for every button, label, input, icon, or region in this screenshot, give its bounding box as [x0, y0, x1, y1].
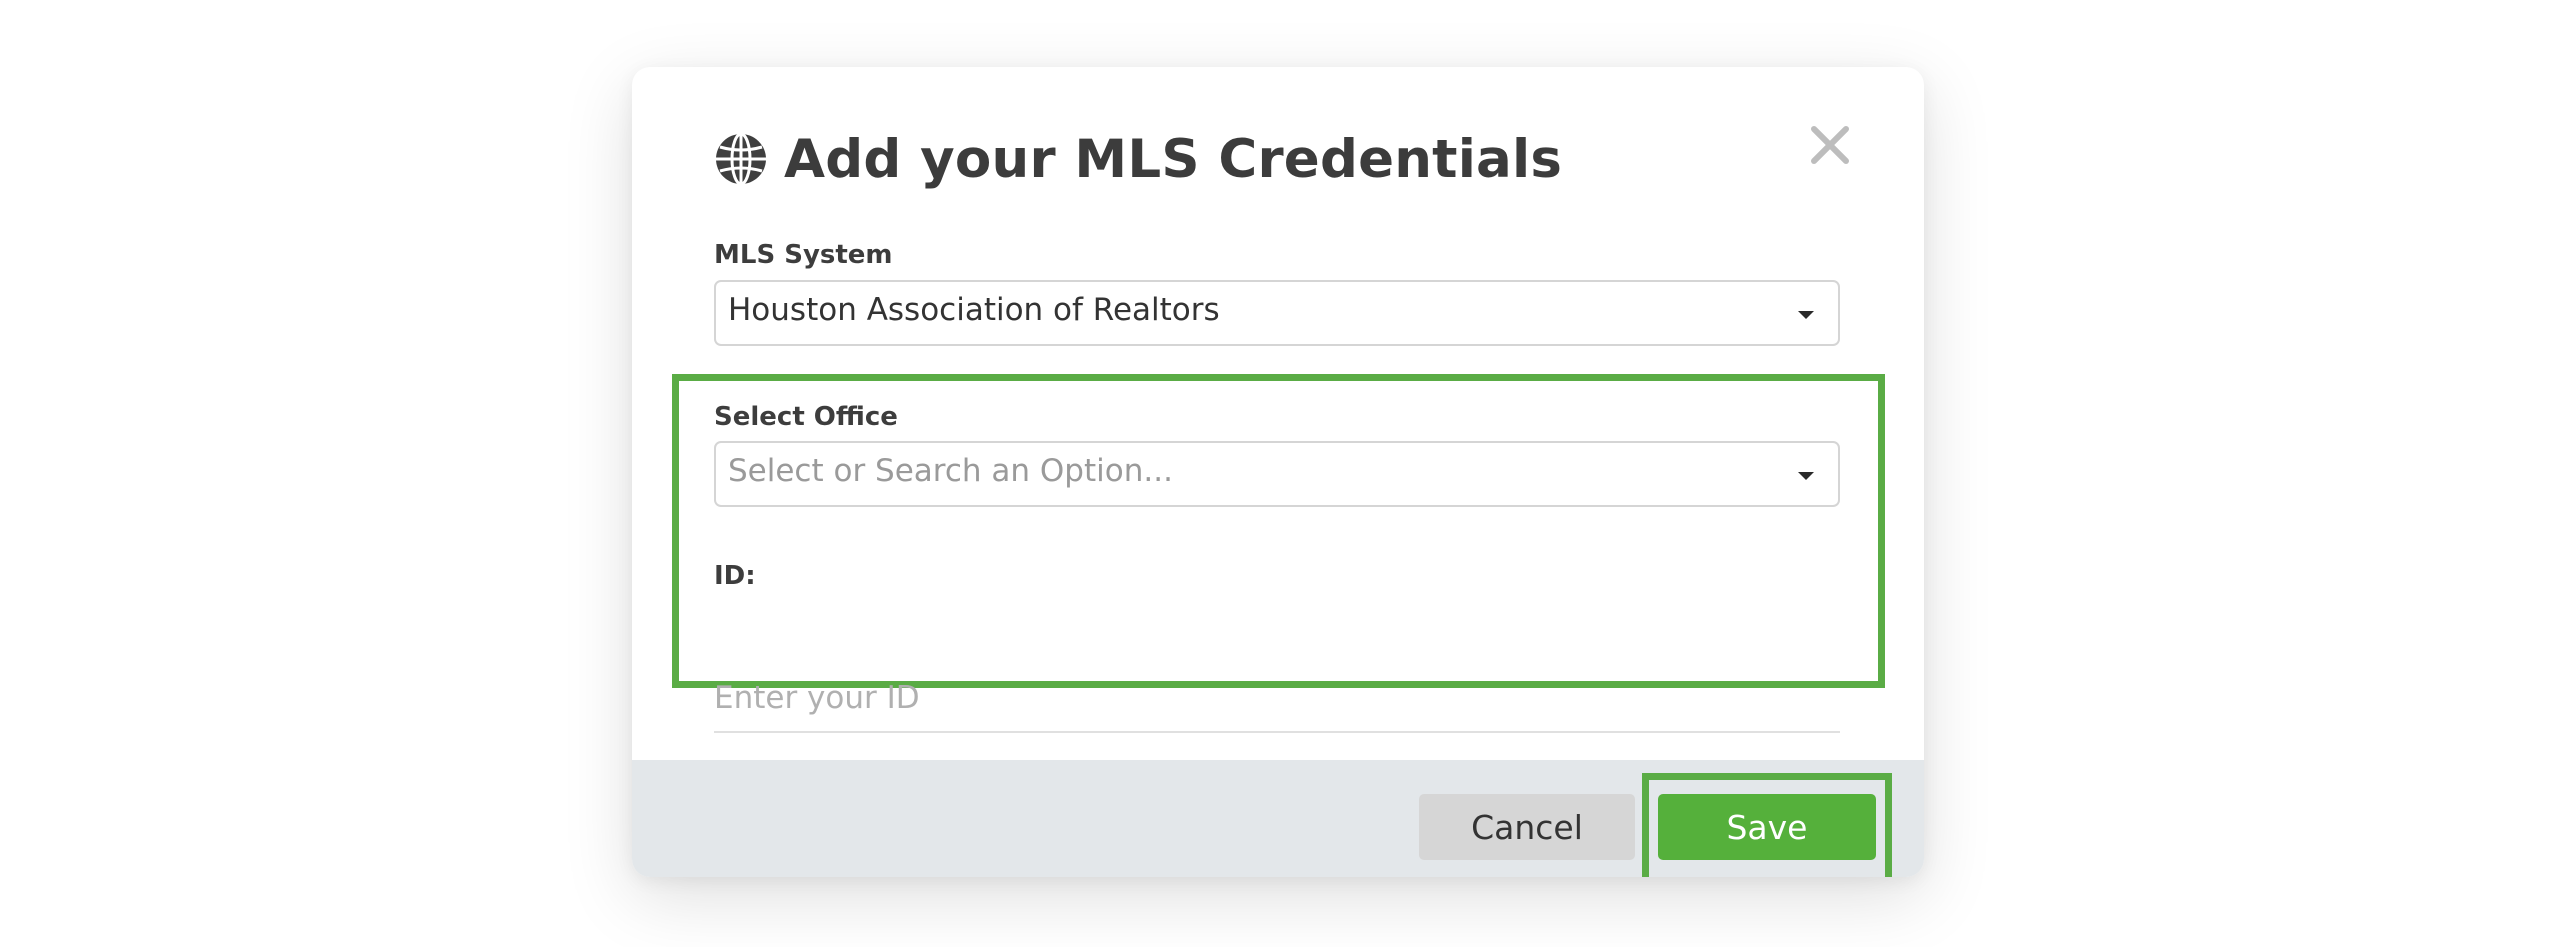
close-icon[interactable]	[1802, 117, 1858, 173]
mls-system-value: Houston Association of Realtors	[728, 292, 1220, 328]
chevron-down-icon	[1798, 311, 1814, 319]
chevron-down-icon	[1798, 472, 1814, 480]
mls-system-label: MLS System	[714, 240, 893, 270]
id-label: ID:	[714, 561, 756, 591]
screen: Add your MLS Credentials MLS System Hous…	[0, 0, 2560, 947]
cancel-button[interactable]: Cancel	[1419, 794, 1635, 860]
id-input[interactable]	[714, 665, 1840, 733]
mls-credentials-modal: Add your MLS Credentials MLS System Hous…	[632, 67, 1924, 877]
modal-footer: Cancel Save	[632, 760, 1924, 877]
globe-icon	[714, 132, 768, 186]
select-office-placeholder: Select or Search an Option...	[728, 453, 1173, 489]
mls-system-select[interactable]: Houston Association of Realtors	[714, 280, 1840, 346]
select-office-label: Select Office	[714, 402, 898, 432]
modal-header: Add your MLS Credentials	[714, 119, 1562, 199]
save-button[interactable]: Save	[1658, 794, 1876, 860]
modal-title: Add your MLS Credentials	[784, 128, 1563, 190]
select-office-dropdown[interactable]: Select or Search an Option...	[714, 441, 1840, 507]
